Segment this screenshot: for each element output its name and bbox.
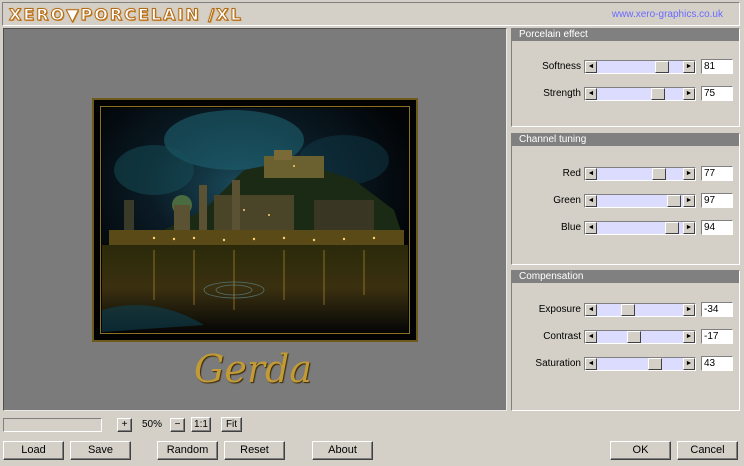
panel-title: Porcelain effect xyxy=(512,29,739,41)
arrow-left-icon[interactable]: ◄ xyxy=(585,304,597,316)
slider-row-saturation: Saturation ◄ ► 43 xyxy=(512,356,739,371)
slider-row-blue: Blue ◄ ► 94 xyxy=(512,220,739,235)
slider-label: Saturation xyxy=(535,358,581,369)
porcelain-effect-panel: Porcelain effect Softness ◄ ► 81 Strengt… xyxy=(511,28,740,127)
cancel-button[interactable]: Cancel xyxy=(677,441,738,460)
reset-button[interactable]: Reset xyxy=(224,441,285,460)
slider-thumb[interactable] xyxy=(648,358,662,370)
panel-title: Channel tuning xyxy=(512,134,739,146)
softness-value[interactable]: 81 xyxy=(701,59,733,74)
saturation-slider[interactable]: ◄ ► xyxy=(584,357,696,371)
slider-row-red: Red ◄ ► 77 xyxy=(512,166,739,181)
arrow-left-icon[interactable]: ◄ xyxy=(585,168,597,180)
panel-title: Compensation xyxy=(512,271,739,283)
slider-thumb[interactable] xyxy=(651,88,665,100)
red-slider[interactable]: ◄ ► xyxy=(584,167,696,181)
blue-slider[interactable]: ◄ ► xyxy=(584,221,696,235)
slider-thumb[interactable] xyxy=(627,331,641,343)
zoom-level: 50% xyxy=(141,419,162,430)
preview-area[interactable]: Gerda xyxy=(3,28,507,411)
arrow-left-icon[interactable]: ◄ xyxy=(585,61,597,73)
arrow-right-icon[interactable]: ► xyxy=(683,168,695,180)
slider-row-softness: Softness ◄ ► 81 xyxy=(512,59,739,74)
slider-label: Blue xyxy=(560,222,581,233)
arrow-right-icon[interactable]: ► xyxy=(683,358,695,370)
exposure-value[interactable]: -34 xyxy=(701,302,733,317)
red-value[interactable]: 77 xyxy=(701,166,733,181)
strength-value[interactable]: 75 xyxy=(701,86,733,101)
load-button[interactable]: Load xyxy=(3,441,64,460)
title-bar: XERO▼PORCELAIN /XL www.xero-graphics.co.… xyxy=(2,2,740,26)
strength-slider[interactable]: ◄ ► xyxy=(584,87,696,101)
slider-row-green: Green ◄ ► 97 xyxy=(512,193,739,208)
blue-value[interactable]: 94 xyxy=(701,220,733,235)
arrow-right-icon[interactable]: ► xyxy=(683,195,695,207)
about-button[interactable]: About xyxy=(312,441,373,460)
arrow-left-icon[interactable]: ◄ xyxy=(585,195,597,207)
slider-label: Softness xyxy=(542,61,581,72)
slider-row-exposure: Exposure ◄ ► -34 xyxy=(512,302,739,317)
arrow-right-icon[interactable]: ► xyxy=(683,304,695,316)
slider-label: Strength xyxy=(543,88,581,99)
saturation-value[interactable]: 43 xyxy=(701,356,733,371)
app-logo: XERO▼PORCELAIN /XL xyxy=(9,5,243,25)
arrow-left-icon[interactable]: ◄ xyxy=(585,358,597,370)
ok-button[interactable]: OK xyxy=(610,441,671,460)
slider-label: Red xyxy=(562,168,581,179)
arrow-right-icon[interactable]: ► xyxy=(683,61,695,73)
zoom-in-button[interactable]: + xyxy=(117,418,132,432)
slider-row-strength: Strength ◄ ► 75 xyxy=(512,86,739,101)
progress-field xyxy=(3,418,102,432)
slider-label: Exposure xyxy=(538,304,581,315)
softness-slider[interactable]: ◄ ► xyxy=(584,60,696,74)
slider-row-contrast: Contrast ◄ ► -17 xyxy=(512,329,739,344)
arrow-right-icon[interactable]: ► xyxy=(683,222,695,234)
actual-size-button[interactable]: 1:1 xyxy=(191,417,211,432)
slider-thumb[interactable] xyxy=(655,61,669,73)
slider-thumb[interactable] xyxy=(621,304,635,316)
random-button[interactable]: Random xyxy=(157,441,218,460)
arrow-left-icon[interactable]: ◄ xyxy=(585,88,597,100)
exposure-slider[interactable]: ◄ ► xyxy=(584,303,696,317)
preview-image-frame xyxy=(92,98,418,342)
compensation-panel: Compensation Exposure ◄ ► -34 Contrast ◄… xyxy=(511,270,740,411)
slider-label: Contrast xyxy=(543,331,581,342)
arrow-left-icon[interactable]: ◄ xyxy=(585,222,597,234)
zoom-out-button[interactable]: − xyxy=(170,418,185,432)
contrast-value[interactable]: -17 xyxy=(701,329,733,344)
website-link[interactable]: www.xero-graphics.co.uk xyxy=(612,9,723,20)
save-button[interactable]: Save xyxy=(70,441,131,460)
slider-label: Green xyxy=(553,195,581,206)
slider-thumb[interactable] xyxy=(652,168,666,180)
channel-tuning-panel: Channel tuning Red ◄ ► 77 Green ◄ ► 97 B… xyxy=(511,133,740,265)
green-slider[interactable]: ◄ ► xyxy=(584,194,696,208)
slider-thumb[interactable] xyxy=(665,222,679,234)
frame-inner-border xyxy=(100,106,410,334)
arrow-left-icon[interactable]: ◄ xyxy=(585,331,597,343)
green-value[interactable]: 97 xyxy=(701,193,733,208)
slider-thumb[interactable] xyxy=(667,195,681,207)
contrast-slider[interactable]: ◄ ► xyxy=(584,330,696,344)
arrow-right-icon[interactable]: ► xyxy=(683,88,695,100)
signature-watermark: Gerda xyxy=(194,347,312,391)
fit-button[interactable]: Fit xyxy=(221,417,242,432)
arrow-right-icon[interactable]: ► xyxy=(683,331,695,343)
